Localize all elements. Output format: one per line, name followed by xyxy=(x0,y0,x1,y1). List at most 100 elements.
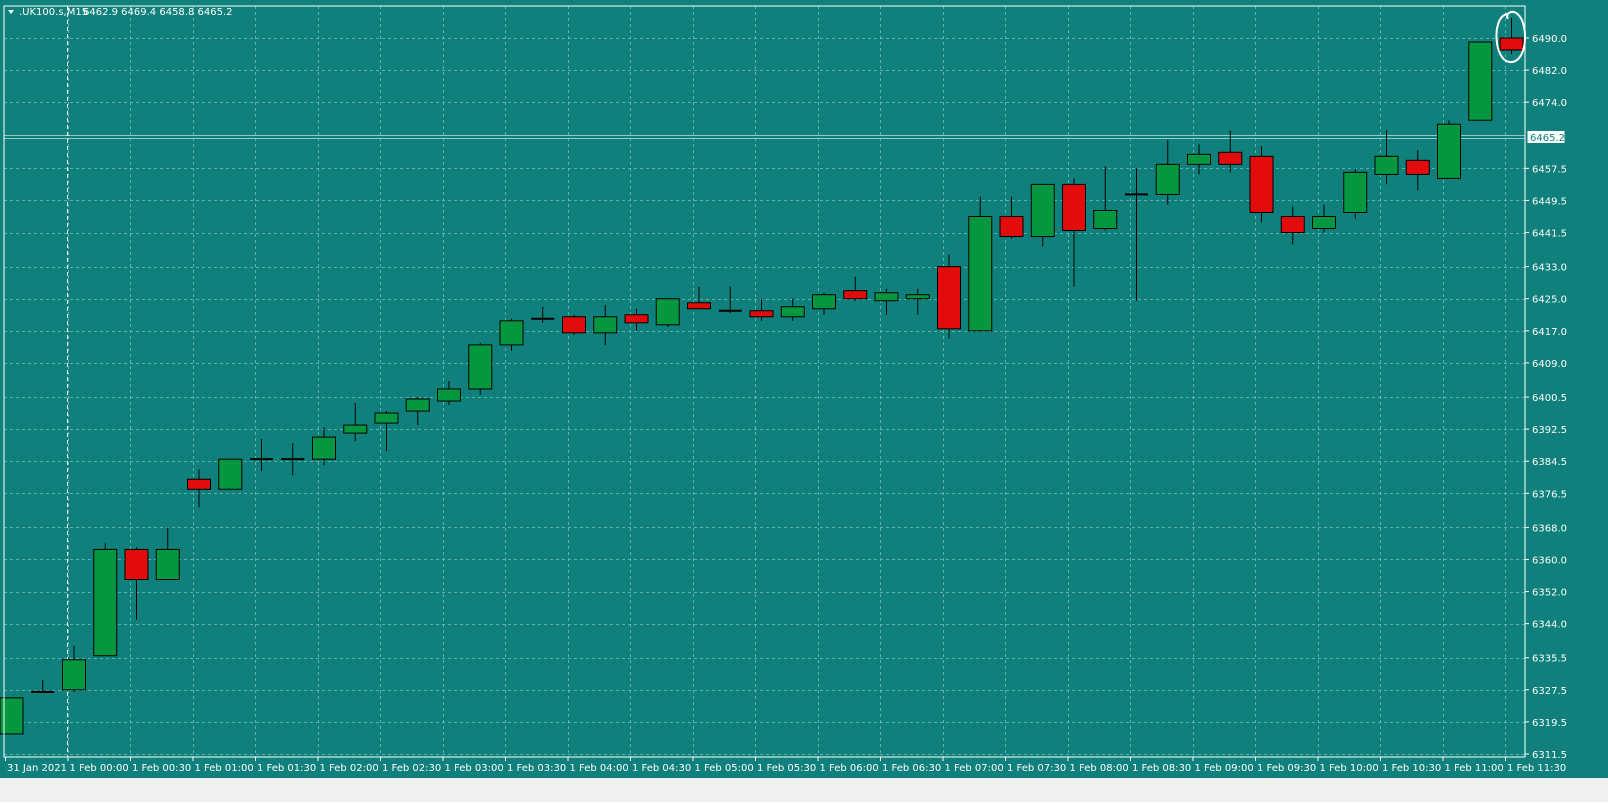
candle xyxy=(1468,41,1493,121)
y-tick-label: 6344.0 xyxy=(1532,620,1567,631)
y-tick-label: 6352.0 xyxy=(1532,588,1567,599)
x-tick-label: 1 Feb 00:00 xyxy=(70,763,129,774)
candle-body-bull xyxy=(1312,215,1336,230)
chart-background xyxy=(0,0,1608,802)
x-tick-label: 1 Feb 01:30 xyxy=(257,763,316,774)
x-tick-label: 1 Feb 06:30 xyxy=(882,763,941,774)
candle-body-bear xyxy=(1499,37,1524,51)
candle-body-bull xyxy=(374,412,399,424)
candle-body-bear xyxy=(562,316,586,334)
candle-body-bull xyxy=(968,215,993,332)
y-tick-label: 6417.0 xyxy=(1532,327,1567,338)
candle-body-bull xyxy=(1468,41,1493,121)
x-tick-label: 1 Feb 10:30 xyxy=(1382,763,1441,774)
candle xyxy=(1343,168,1368,219)
y-tick-label: 6335.5 xyxy=(1532,654,1567,665)
y-tick-label: 6441.5 xyxy=(1532,229,1567,240)
x-tick-label: 1 Feb 11:30 xyxy=(1507,763,1566,774)
candle-body-bull xyxy=(1030,183,1055,238)
candle-body-bear xyxy=(624,314,649,324)
candle-body-bear xyxy=(687,302,711,310)
current-price-tag-group: 6465.2 xyxy=(1526,129,1566,144)
y-tick-label: 6368.0 xyxy=(1532,523,1567,534)
x-tick-label: 1 Feb 08:00 xyxy=(1070,763,1129,774)
candle-body-bull xyxy=(312,436,336,460)
candle xyxy=(655,298,680,327)
candle xyxy=(468,342,493,395)
x-tick-label: 1 Feb 02:00 xyxy=(320,763,379,774)
x-tick-label: 1 Feb 09:00 xyxy=(1195,763,1254,774)
y-tick-label: 6457.5 xyxy=(1532,164,1567,175)
y-tick-label: 6409.0 xyxy=(1532,359,1567,370)
x-tick-label: 1 Feb 11:00 xyxy=(1445,763,1504,774)
x-tick-label: 1 Feb 02:30 xyxy=(382,763,441,774)
y-tick-label: 6482.0 xyxy=(1532,66,1567,77)
candle-body-bear xyxy=(1062,183,1086,232)
candle-body-bull xyxy=(343,424,368,434)
y-tick-label: 6433.0 xyxy=(1532,263,1567,274)
x-tick-label: 1 Feb 03:30 xyxy=(507,763,566,774)
x-tick-label: 1 Feb 08:30 xyxy=(1132,763,1191,774)
y-tick-label: 6311.5 xyxy=(1532,750,1567,761)
x-tick-label: 1 Feb 04:30 xyxy=(632,763,691,774)
y-tick-label: 6384.5 xyxy=(1532,457,1567,468)
x-tick-label: 1 Feb 09:30 xyxy=(1257,763,1316,774)
candle-body-bear xyxy=(999,215,1024,238)
x-tick-label: 31 Jan 2021 xyxy=(7,763,67,774)
candle-body-bull xyxy=(437,388,461,402)
x-tick-label: 1 Feb 01:00 xyxy=(195,763,254,774)
candle-body-bull xyxy=(499,320,524,346)
candle-body-bear xyxy=(124,548,149,581)
candle xyxy=(218,458,243,490)
candle xyxy=(93,543,118,657)
candle-body-bull xyxy=(1093,209,1118,230)
candle-body-bull xyxy=(93,548,118,657)
y-tick-label: 6490.0 xyxy=(1532,34,1567,45)
candle-body-bull xyxy=(655,298,680,326)
candle-body-bull xyxy=(1187,153,1211,165)
x-tick-label: 1 Feb 03:00 xyxy=(445,763,504,774)
candle xyxy=(562,314,586,335)
candle-body-bull xyxy=(468,344,493,390)
candle xyxy=(968,196,993,332)
candle xyxy=(1249,146,1274,223)
price-chart[interactable]: 6490.0 6482.0 6474.0 6457.5 6449.5 6441.5 6433… xyxy=(0,0,1608,802)
candle-body-bull xyxy=(812,294,836,310)
candle-body-bull xyxy=(874,292,899,302)
y-tick-label: 6474.0 xyxy=(1532,98,1567,109)
candle-body-bull xyxy=(593,316,618,334)
y-tick-label: 6449.5 xyxy=(1532,196,1567,207)
x-tick-label: 1 Feb 07:30 xyxy=(1007,763,1066,774)
candle-body-bull xyxy=(1437,123,1461,179)
candle xyxy=(1437,120,1461,179)
candle-body-bear xyxy=(749,310,774,318)
candle-body-bull xyxy=(1374,155,1399,175)
candle-body-bull xyxy=(780,306,805,318)
candle xyxy=(937,254,961,339)
x-tick-label: 1 Feb 00:30 xyxy=(132,763,191,774)
x-tick-label: 1 Feb 07:00 xyxy=(945,763,1004,774)
current-price-tag-label: 6465.2 xyxy=(1530,133,1565,144)
candle-body-bear xyxy=(1280,215,1305,234)
ohlc-values: 6462.9 6469.4 6458.8 6465.2 xyxy=(83,7,233,18)
candle-body-bull xyxy=(218,458,243,490)
y-tick-label: 6319.5 xyxy=(1532,718,1567,729)
candle-body-bear xyxy=(1218,151,1243,165)
candle-body-bull xyxy=(1343,171,1368,213)
candle-body-bull xyxy=(405,398,430,412)
chart-header: .UK100.s,M15 6462.9 6469.4 6458.8 6465.2 xyxy=(8,7,233,18)
y-tick-label: 6425.0 xyxy=(1532,295,1567,306)
candle-body-bull xyxy=(0,697,24,735)
candle-body-bull xyxy=(155,548,180,581)
x-tick-label: 1 Feb 10:00 xyxy=(1320,763,1379,774)
candle-body-bear xyxy=(843,290,868,300)
candle-body-bull xyxy=(905,294,930,300)
y-tick-label: 6400.5 xyxy=(1532,393,1567,404)
chart-window[interactable]: 6490.0 6482.0 6474.0 6457.5 6449.5 6441.5 6433… xyxy=(0,0,1608,802)
x-tick-label: 1 Feb 06:00 xyxy=(820,763,879,774)
candle-body-bear xyxy=(1405,159,1430,175)
y-tick-label: 6392.5 xyxy=(1532,425,1567,436)
y-tick-label: 6360.0 xyxy=(1532,555,1567,566)
candle-body-bear xyxy=(187,478,211,490)
symbol-label: .UK100.s,M15 xyxy=(19,7,88,18)
